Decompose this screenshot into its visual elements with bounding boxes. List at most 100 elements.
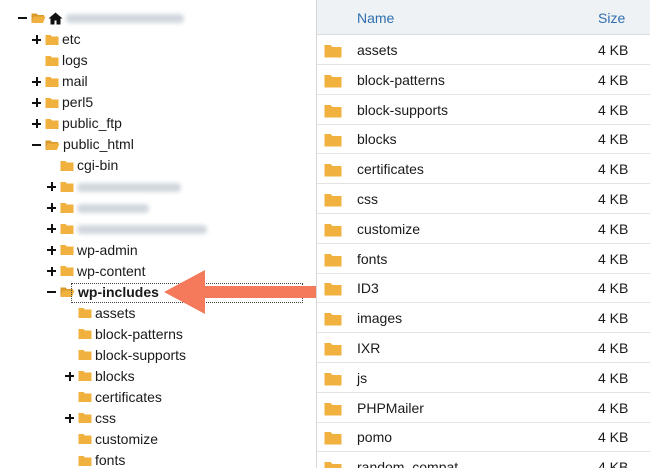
- tree-item[interactable]: cgi-bin: [46, 155, 118, 176]
- file-list-row[interactable]: css 4 KB: [317, 184, 650, 214]
- file-name: js: [357, 369, 368, 386]
- expand-toggle-icon[interactable]: [31, 97, 43, 109]
- file-list-header: Name Size: [317, 0, 650, 35]
- file-list-row[interactable]: block-supports 4 KB: [317, 95, 650, 125]
- file-size: 4 KB: [598, 191, 629, 207]
- file-list-panel: Name Size assets 4 KB block-patterns 4 KB bl…: [317, 0, 650, 468]
- expand-toggle-icon[interactable]: [46, 181, 58, 193]
- file-name: PHPMailer: [357, 399, 424, 416]
- tree-item[interactable]: customize: [64, 429, 158, 450]
- folder-icon: [324, 431, 342, 450]
- tree-item[interactable]: wp-admin: [46, 240, 138, 261]
- file-list-row[interactable]: assets 4 KB: [317, 35, 650, 65]
- tree-item[interactable]: block-patterns: [64, 324, 183, 345]
- file-list-row[interactable]: block-patterns 4 KB: [317, 65, 650, 95]
- expand-toggle-icon[interactable]: [64, 412, 76, 424]
- file-list-row[interactable]: images 4 KB: [317, 303, 650, 334]
- file-name: customize: [357, 220, 421, 237]
- tree-item[interactable]: [46, 176, 181, 197]
- collapse-toggle-icon[interactable]: [31, 139, 43, 151]
- file-name: block-patterns: [357, 71, 445, 88]
- file-list-row[interactable]: ID3 4 KB: [317, 273, 650, 304]
- file-size: 4 KB: [598, 340, 629, 356]
- tree-item[interactable]: fonts: [64, 450, 125, 468]
- tree-item-label: block-supports: [95, 346, 187, 363]
- tree-item[interactable]: [46, 197, 149, 218]
- file-name: fonts: [357, 250, 388, 267]
- tree-item-label: public_ftp: [62, 115, 122, 132]
- tree-item[interactable]: block-supports: [64, 345, 186, 366]
- tree-item-label: etc: [62, 31, 81, 47]
- tree-item[interactable]: wp-content: [46, 261, 145, 282]
- tree-item[interactable]: certificates: [64, 387, 162, 408]
- folder-icon: [60, 202, 74, 214]
- folder-icon: [324, 193, 342, 212]
- folder-icon: [60, 265, 74, 277]
- file-list-row[interactable]: customize 4 KB: [317, 214, 650, 244]
- file-list-row[interactable]: js 4 KB: [317, 363, 650, 393]
- tree-item[interactable]: public_ftp: [31, 113, 122, 134]
- collapse-toggle-icon[interactable]: [46, 286, 58, 298]
- expand-toggle-icon[interactable]: [46, 265, 58, 277]
- tree-root[interactable]: [17, 7, 184, 28]
- expand-toggle-icon[interactable]: [64, 370, 76, 382]
- tree-item-label: wp-content: [77, 262, 146, 279]
- collapse-toggle-icon[interactable]: [17, 12, 29, 24]
- tree-item[interactable]: css: [64, 408, 116, 429]
- tree-item[interactable]: perl5: [31, 92, 93, 113]
- folder-icon: [324, 163, 342, 182]
- file-list-row[interactable]: PHPMailer 4 KB: [317, 393, 650, 423]
- expand-toggle-icon[interactable]: [31, 76, 43, 88]
- tree-item[interactable]: [46, 218, 207, 239]
- tree-item-label: fonts: [95, 452, 126, 468]
- tree-item-label: mail: [62, 73, 88, 90]
- file-name: certificates: [357, 161, 424, 178]
- tree-item[interactable]: assets: [64, 303, 135, 324]
- column-header-name[interactable]: Name: [357, 10, 394, 26]
- folder-icon: [78, 455, 92, 467]
- tree-item[interactable]: etc: [31, 29, 81, 50]
- expand-toggle-icon[interactable]: [31, 118, 43, 130]
- tree-item[interactable]: public_html: [31, 134, 134, 155]
- file-list-row[interactable]: pomo 4 KB: [317, 422, 650, 453]
- expand-toggle-icon[interactable]: [46, 202, 58, 214]
- file-size: 4 KB: [598, 71, 629, 88]
- expand-toggle-icon[interactable]: [31, 34, 43, 46]
- folder-icon: [78, 370, 92, 382]
- file-list-row[interactable]: fonts 4 KB: [317, 244, 650, 274]
- file-list-row[interactable]: certificates 4 KB: [317, 154, 650, 185]
- file-size: 4 KB: [598, 429, 629, 446]
- folder-icon: [324, 372, 342, 391]
- file-size: 4 KB: [598, 459, 629, 468]
- tree-item[interactable]: logs: [31, 50, 88, 71]
- expand-toggle-icon[interactable]: [46, 244, 58, 256]
- folder-icon: [324, 342, 342, 361]
- tree-item[interactable]: blocks: [64, 366, 135, 387]
- file-list-row[interactable]: IXR 4 KB: [317, 333, 650, 363]
- folder-icon: [78, 412, 92, 424]
- tree-item-label: assets: [95, 304, 136, 321]
- home-icon: [48, 12, 63, 24]
- file-name: css: [357, 191, 378, 207]
- folder-icon: [60, 160, 74, 172]
- file-size: 4 KB: [598, 399, 629, 416]
- folder-icon: [324, 402, 342, 421]
- file-size: 4 KB: [598, 161, 629, 178]
- folder-icon: [324, 74, 342, 93]
- column-header-size[interactable]: Size: [598, 10, 625, 26]
- pointer-arrow: [164, 270, 317, 314]
- directory-tree: etc logs mail perl5 public_ftp public_html cgi…: [0, 0, 316, 468]
- expand-toggle-icon[interactable]: [46, 223, 58, 235]
- folder-icon: [78, 328, 92, 340]
- file-name: images: [357, 310, 403, 327]
- tree-item[interactable]: mail: [31, 71, 88, 92]
- file-name: ID3: [357, 280, 379, 297]
- file-size: 4 KB: [598, 131, 629, 148]
- folder-icon: [324, 104, 342, 123]
- folder-icon: [45, 97, 59, 109]
- folder-icon: [45, 55, 59, 67]
- file-list-row[interactable]: random_compat 4 KB: [317, 452, 650, 468]
- file-list-row[interactable]: blocks 4 KB: [317, 124, 650, 155]
- file-size: 4 KB: [598, 310, 629, 327]
- blurred-folder-name: [77, 182, 181, 192]
